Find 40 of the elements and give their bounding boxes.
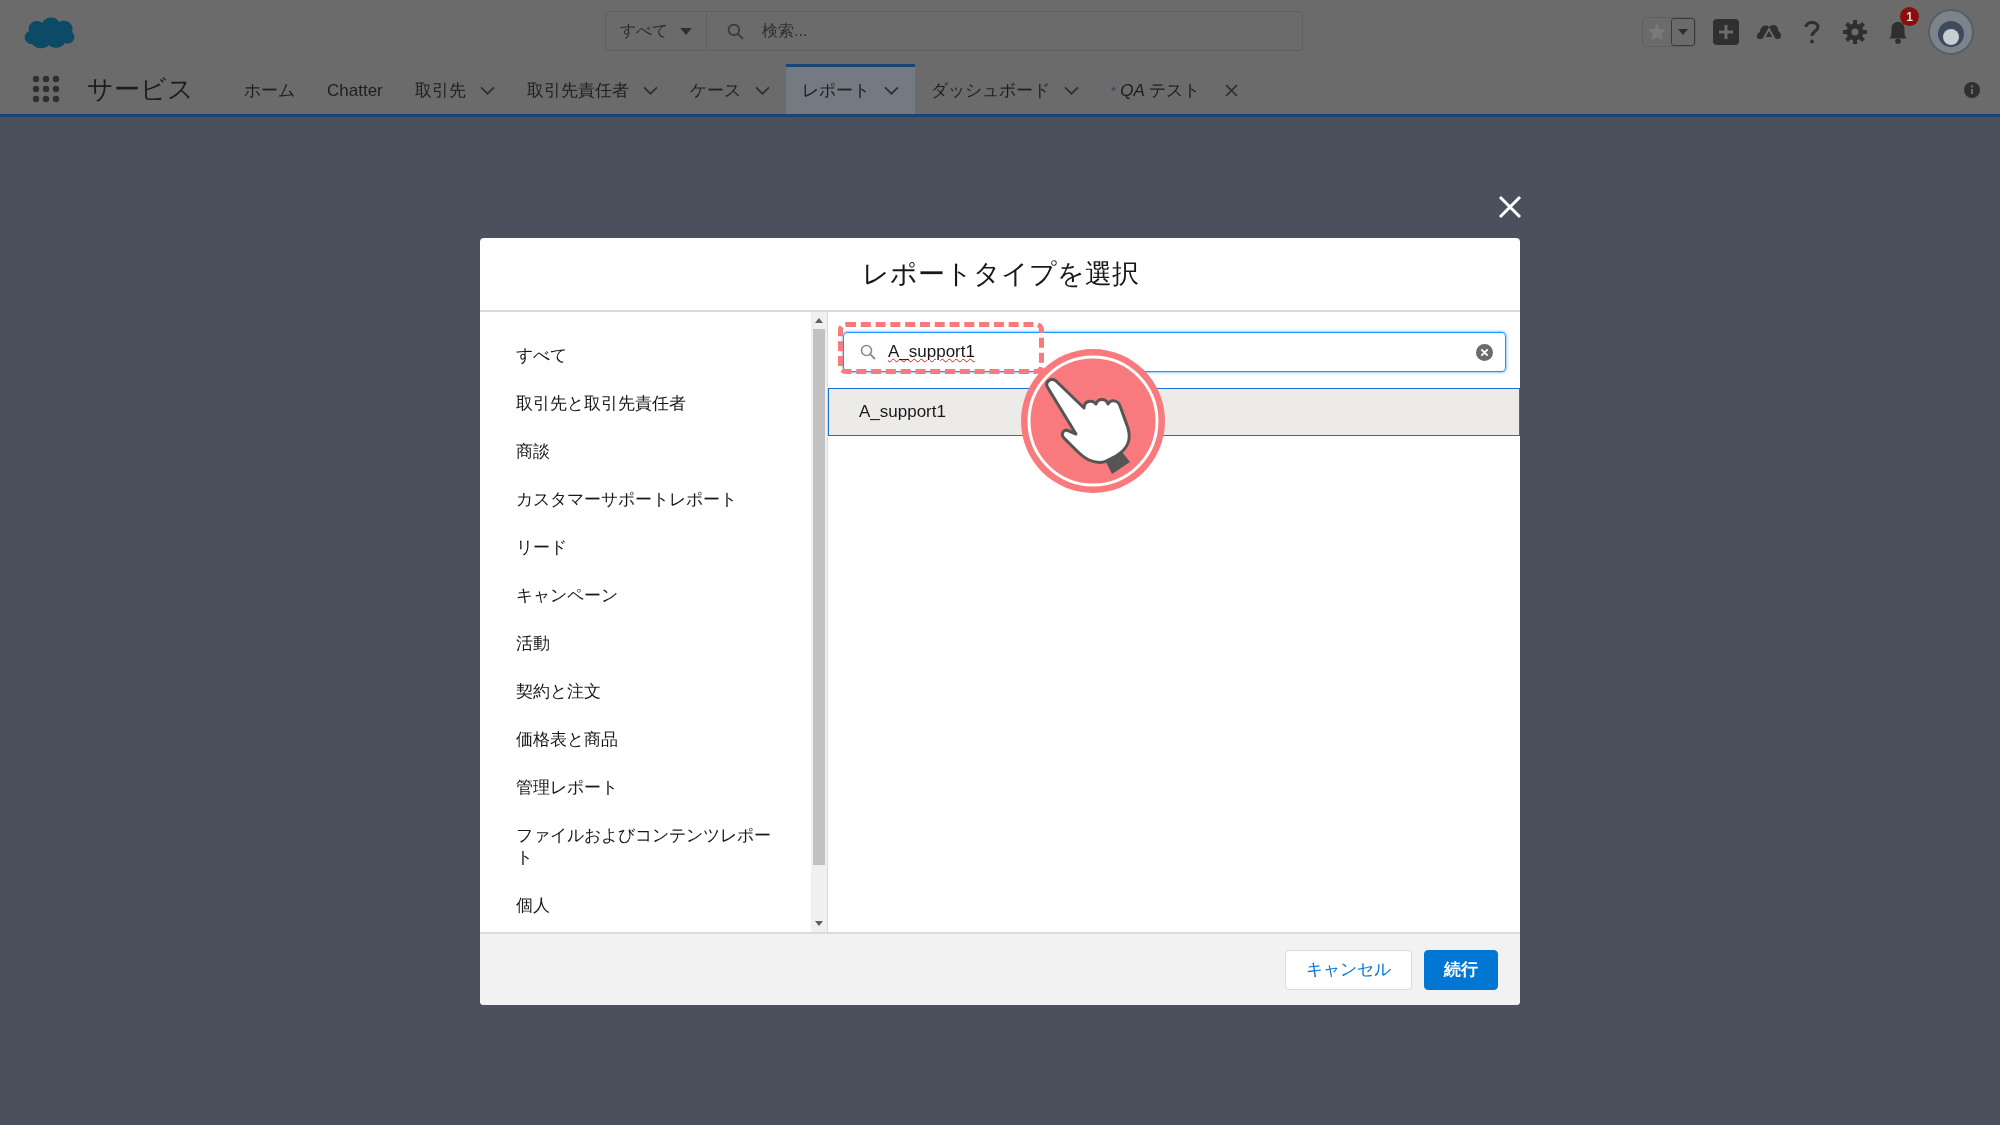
report-category-item[interactable]: キャンペーン (516, 572, 781, 620)
report-category-item[interactable]: 契約と注文 (516, 668, 781, 716)
clear-icon[interactable] (1476, 343, 1493, 361)
report-category-item[interactable]: 取引先と取引先責任者 (516, 380, 781, 428)
report-category-item[interactable]: 管理レポート (516, 764, 781, 812)
report-category-item[interactable]: 商談 (516, 428, 781, 476)
report-category-item[interactable]: 価格表と商品 (516, 716, 781, 764)
continue-button[interactable]: 続行 (1424, 949, 1498, 990)
report-category-item[interactable]: 個人 (516, 882, 781, 930)
report-category-item[interactable]: カスタマーサポートレポート (516, 476, 781, 524)
avatar-icon[interactable] (1928, 9, 1974, 55)
nav-tab[interactable]: レポート (785, 64, 915, 114)
report-category-item[interactable]: ファイルおよびコンテンツレポート (516, 812, 781, 882)
report-category-item[interactable]: 活動 (516, 620, 781, 668)
app-launcher-icon[interactable] (32, 75, 60, 103)
chevron-down-icon[interactable] (883, 86, 899, 95)
scroll-down-icon[interactable] (815, 921, 823, 926)
settings-icon[interactable] (1842, 19, 1868, 45)
search-icon (727, 22, 744, 40)
cancel-button[interactable]: キャンセル (1285, 949, 1412, 990)
dialog-title: レポートタイプを選択 (861, 258, 1139, 291)
scroll-up-icon[interactable] (815, 318, 823, 323)
favorites-button[interactable] (1642, 17, 1696, 47)
chevron-down-icon[interactable] (642, 86, 658, 95)
caret-down-icon[interactable] (680, 27, 692, 35)
scrollbar[interactable] (811, 312, 827, 932)
chevron-down-icon[interactable] (754, 86, 770, 95)
report-category-item[interactable]: リード (516, 524, 781, 572)
caret-down-icon[interactable] (1678, 29, 1688, 35)
info-icon[interactable] (1964, 82, 1980, 98)
notification-count-badge: 1 (1900, 7, 1919, 26)
chevron-down-icon[interactable] (479, 86, 495, 95)
close-tab-icon[interactable] (1224, 84, 1238, 97)
global-search-field[interactable]: 検索... (762, 13, 1302, 49)
add-icon[interactable] (1713, 19, 1739, 45)
close-icon[interactable] (1498, 195, 1522, 219)
report-category-item[interactable]: すべて (516, 332, 781, 380)
search-icon (860, 344, 876, 360)
app-name: サービス (87, 72, 194, 106)
chevron-down-icon[interactable] (1063, 86, 1079, 95)
